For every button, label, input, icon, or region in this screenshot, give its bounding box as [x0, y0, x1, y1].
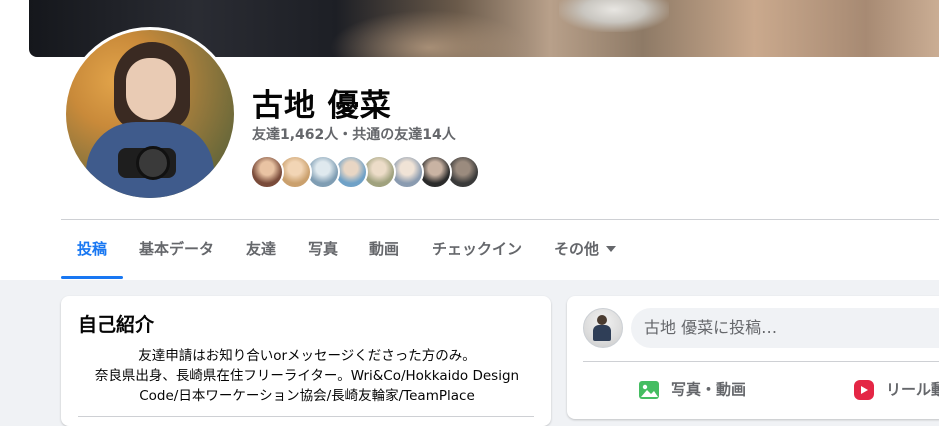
photo-video-label: 写真・動画: [671, 380, 747, 399]
tab-videos[interactable]: 動画: [369, 238, 399, 259]
caret-down-icon: [606, 246, 617, 252]
post-composer-card: 古地 優菜に投稿… 写真・動画 リール動画: [567, 296, 939, 419]
reels-button[interactable]: リール動画: [852, 376, 939, 402]
composer-avatar-head: [597, 315, 607, 325]
tab-check-ins[interactable]: チェックイン: [432, 238, 522, 259]
intro-bio-line: 友達申請はお知り合いorメッセージくださった方のみ。: [138, 348, 476, 364]
profile-picture[interactable]: [66, 30, 234, 198]
intro-divider: [78, 416, 534, 417]
photo-video-button[interactable]: 写真・動画: [637, 376, 746, 402]
camera-lens: [136, 146, 170, 180]
tab-photos[interactable]: 写真: [308, 238, 338, 259]
header-divider: [61, 219, 939, 220]
mutual-friend-avatar[interactable]: [250, 155, 284, 189]
tab-more[interactable]: その他: [554, 238, 617, 259]
friends-count-link[interactable]: 友達1,462人・共通の友達14人: [252, 124, 456, 144]
intro-bio: 友達申請はお知り合いorメッセージくださった方のみ。 奈良県出身、長崎県在住フリ…: [73, 346, 541, 406]
tab-friends[interactable]: 友達: [246, 238, 276, 259]
profile-picture-face: [126, 58, 176, 120]
tab-more-label: その他: [554, 240, 600, 258]
photo-video-icon: [639, 380, 659, 399]
reels-label: リール動画: [886, 380, 939, 399]
composer-avatar-body: [593, 325, 611, 341]
tab-posts[interactable]: 投稿: [77, 238, 107, 259]
intro-card: 自己紹介 友達申請はお知り合いorメッセージくださった方のみ。 奈良県出身、長崎…: [61, 296, 551, 426]
reels-icon: [854, 379, 874, 400]
intro-bio-line: Code/日本ワーケーション協会/長崎友輪家/TeamPlace: [139, 388, 475, 404]
profile-name: 古地 優菜: [252, 88, 392, 124]
active-tab-indicator: [61, 276, 123, 279]
composer-avatar[interactable]: [583, 308, 623, 348]
post-composer-input[interactable]: 古地 優菜に投稿…: [631, 308, 939, 348]
composer-divider: [583, 361, 939, 362]
intro-bio-line: 奈良県出身、長崎県在住フリーライター。Wri&Co/Hokkaido Desig…: [94, 368, 520, 384]
intro-title: 自己紹介: [78, 314, 155, 336]
tab-about[interactable]: 基本データ: [139, 238, 214, 259]
